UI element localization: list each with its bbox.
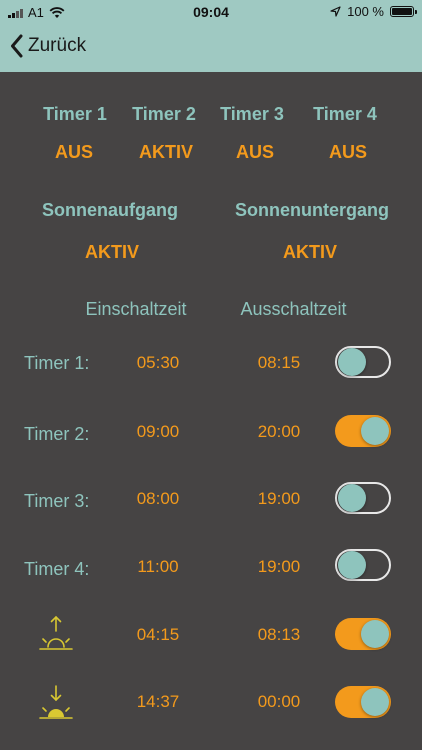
timer3-state: AUS xyxy=(235,142,274,162)
timer3-toggle[interactable] xyxy=(335,482,391,514)
timer4-title: Timer 4 xyxy=(313,104,377,124)
timer1-title: Timer 1 xyxy=(43,104,107,124)
battery-percent: 100 % xyxy=(347,4,384,19)
sunset-state: AKTIV xyxy=(283,242,337,262)
toggle-knob xyxy=(361,417,389,445)
sunrise-toggle[interactable] xyxy=(335,618,391,650)
status-bar: A1 09:04 100 % xyxy=(0,0,422,24)
on-time-value[interactable]: 04:15 xyxy=(118,625,198,645)
sunrise-icon xyxy=(39,615,73,650)
timer1-state: AUS xyxy=(54,142,93,162)
toggle-knob xyxy=(361,620,389,648)
column-off-time: Ausschaltzeit xyxy=(240,299,347,319)
back-label: Zurück xyxy=(28,35,87,56)
on-time-value[interactable]: 14:37 xyxy=(118,692,198,712)
row-label: Timer 4: xyxy=(24,559,90,579)
on-time-value[interactable]: 11:00 xyxy=(118,557,198,577)
back-button[interactable]: Zurück xyxy=(10,34,86,58)
battery-icon xyxy=(390,6,417,17)
row-label: Timer 3: xyxy=(24,491,90,511)
timer2-state: AKTIV xyxy=(139,142,193,162)
off-time-value[interactable]: 19:00 xyxy=(239,557,319,577)
column-on-time: Einschaltzeit xyxy=(85,299,187,319)
nav-bar: Zurück xyxy=(0,24,422,72)
toggle-knob xyxy=(338,348,366,376)
row-label: Timer 1: xyxy=(24,353,90,373)
off-time-value[interactable]: 19:00 xyxy=(239,489,319,509)
timer2-title: Timer 2 xyxy=(132,104,196,124)
sunset-title: Sonnenuntergang xyxy=(235,200,389,220)
status-right: 100 % xyxy=(330,4,417,19)
toggle-knob xyxy=(338,484,366,512)
on-time-value[interactable]: 09:00 xyxy=(118,422,198,442)
on-time-value[interactable]: 05:30 xyxy=(118,353,198,373)
location-arrow-icon xyxy=(330,6,341,17)
sunset-toggle[interactable] xyxy=(335,686,391,718)
off-time-value[interactable]: 20:00 xyxy=(239,422,319,442)
sunrise-state: AKTIV xyxy=(85,242,139,262)
row-label: Timer 2: xyxy=(24,424,90,444)
on-time-value[interactable]: 08:00 xyxy=(118,489,198,509)
off-time-value[interactable]: 08:15 xyxy=(239,353,319,373)
chevron-left-icon xyxy=(11,34,23,58)
timer2-toggle[interactable] xyxy=(335,415,391,447)
off-time-value[interactable]: 08:13 xyxy=(239,625,319,645)
sunrise-title: Sonnenaufgang xyxy=(42,200,178,220)
toggle-knob xyxy=(338,551,366,579)
timer1-toggle[interactable] xyxy=(335,346,391,378)
off-time-value[interactable]: 00:00 xyxy=(239,692,319,712)
timer4-toggle[interactable] xyxy=(335,549,391,581)
toggle-knob xyxy=(361,688,389,716)
timer4-state: AUS xyxy=(328,142,367,162)
timer3-title: Timer 3 xyxy=(220,104,284,124)
sunset-icon xyxy=(39,685,73,719)
